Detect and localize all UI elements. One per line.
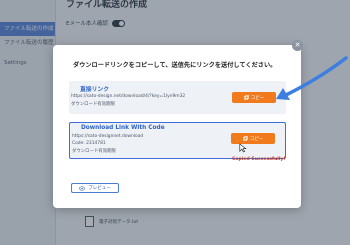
copy-icon (242, 136, 248, 141)
preview-button-label: プレビュー (88, 186, 111, 191)
copy-icon (243, 95, 249, 100)
close-icon[interactable]: ✕ (292, 40, 303, 51)
direct-link-url: https://sato-design.net/download/4/?key=… (71, 94, 186, 99)
copy-direct-link-button[interactable]: コピー (232, 92, 276, 103)
eye-icon (79, 185, 86, 191)
direct-link-card: 直接リンク https://sato-design.net/download/4… (69, 81, 286, 114)
preview-button[interactable]: プレビュー (71, 183, 119, 193)
modal-heading: ダウンロードリンクをコピーして、送信先にリンクを送付してください。 (73, 62, 277, 69)
download-link-modal: ダウンロードリンクをコピーして、送信先にリンクを送付してください。 直接リンク … (53, 45, 301, 208)
copy-code-link-button[interactable]: コピー (231, 133, 275, 144)
mouse-cursor-icon (239, 143, 247, 153)
code-link-card: Download Link With Code https://sato-des… (69, 122, 286, 159)
code-link-title: Download Link With Code (81, 125, 165, 131)
copy-button-label: コピー (249, 136, 264, 142)
code-link-code: Code: 2314781 (72, 141, 106, 146)
direct-link-expiry: ダウンロード有効期限 (71, 102, 115, 107)
direct-link-title: 直接リンク (80, 87, 109, 93)
copied-status-message: Copied Successfully! (232, 157, 286, 162)
code-link-expiry: ダウンロード有効期限 (72, 149, 116, 154)
code-link-url: https://sato-designnet.download (72, 134, 144, 139)
copy-button-label: コピー (250, 95, 265, 101)
